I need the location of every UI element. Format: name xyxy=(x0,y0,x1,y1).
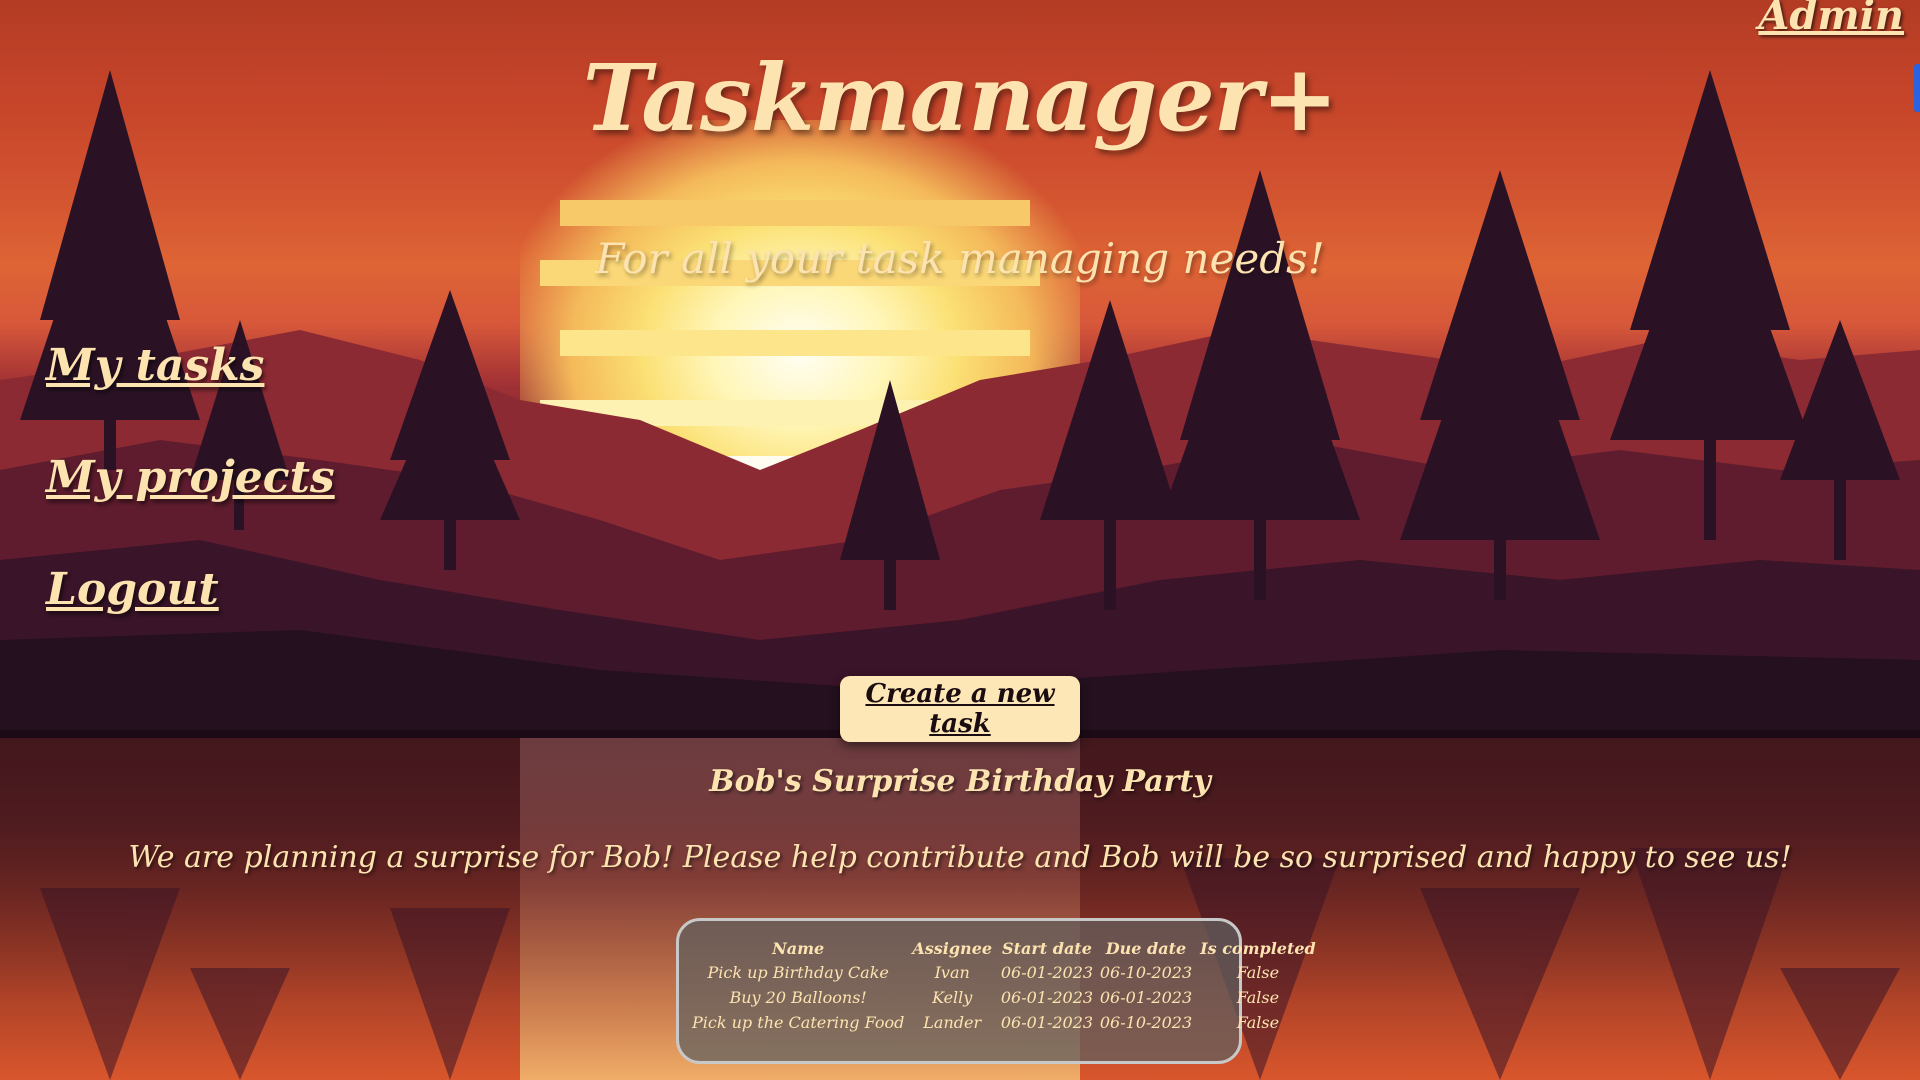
column-header-assignee: Assignee xyxy=(912,939,993,958)
side-nav: My tasks My projects Logout xyxy=(46,340,335,676)
admin-link[interactable]: Admin xyxy=(1758,0,1904,39)
project-title: Bob's Surprise Birthday Party xyxy=(709,764,1211,799)
project-description: We are planning a surprise for Bob! Plea… xyxy=(128,840,1792,875)
nav-my-projects-link[interactable]: My projects xyxy=(46,452,335,508)
task-due-date-cell: 06-10-2023 xyxy=(1099,1013,1193,1032)
task-table: Name Assignee Start date Due date Is com… xyxy=(689,937,1321,1035)
task-name-cell: Buy 20 Balloons! xyxy=(729,988,867,1007)
task-due-date-cell: 06-10-2023 xyxy=(1099,963,1193,982)
column-header-start-date: Start date xyxy=(1002,939,1092,958)
create-task-button[interactable]: Create a new task xyxy=(840,676,1080,742)
task-assignee-cell: Lander xyxy=(923,1013,982,1032)
table-row[interactable]: Pick up Birthday Cake Ivan 06-01-2023 06… xyxy=(689,960,1321,985)
task-start-date-cell: 06-01-2023 xyxy=(1000,963,1094,982)
table-row[interactable]: Pick up the Catering Food Lander 06-01-2… xyxy=(689,1010,1321,1035)
task-table-panel: Name Assignee Start date Due date Is com… xyxy=(676,918,1316,1064)
task-completed-cell: False xyxy=(1236,1013,1280,1032)
task-completed-cell: False xyxy=(1236,988,1280,1007)
task-due-date-cell: 06-01-2023 xyxy=(1099,988,1193,1007)
column-header-is-completed: Is completed xyxy=(1200,939,1316,958)
task-completed-cell: False xyxy=(1236,963,1280,982)
nav-logout-link[interactable]: Logout xyxy=(46,564,335,620)
column-header-name: Name xyxy=(772,939,825,958)
tagline: For all your task managing needs! xyxy=(595,234,1325,283)
task-assignee-cell: Ivan xyxy=(934,963,970,982)
task-assignee-cell: Kelly xyxy=(932,988,973,1007)
task-start-date-cell: 06-01-2023 xyxy=(1000,1013,1094,1032)
nav-my-tasks-link[interactable]: My tasks xyxy=(46,340,335,396)
app-title: Taskmanager+ xyxy=(582,44,1339,152)
table-row[interactable]: Buy 20 Balloons! Kelly 06-01-2023 06-01-… xyxy=(689,985,1321,1010)
column-header-due-date: Due date xyxy=(1105,939,1187,958)
task-name-cell: Pick up the Catering Food xyxy=(692,1013,905,1032)
task-name-cell: Pick up Birthday Cake xyxy=(707,963,889,982)
task-start-date-cell: 06-01-2023 xyxy=(1000,988,1094,1007)
table-header-row: Name Assignee Start date Due date Is com… xyxy=(689,937,1321,960)
